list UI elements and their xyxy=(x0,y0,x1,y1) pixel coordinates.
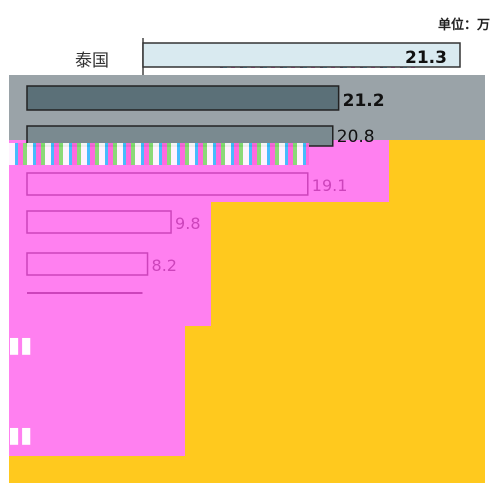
artifact-glyph-icon: ▮▮ xyxy=(8,333,32,358)
bar-value-label-3: 19.1 xyxy=(312,176,348,195)
bar-5 xyxy=(26,252,149,276)
bar-6 xyxy=(27,292,143,294)
bar-1 xyxy=(26,85,340,111)
bar-value-label-0: 21.3 xyxy=(405,48,447,68)
bar-3 xyxy=(26,172,309,196)
bar-value-label-5: 8.2 xyxy=(152,256,177,275)
bar-value-label-1: 21.2 xyxy=(343,91,385,111)
artifact-glyph-icon: ▮▮ xyxy=(8,423,32,448)
bar-value-label-4: 9.8 xyxy=(175,214,200,233)
artifact-strip xyxy=(9,143,309,165)
bar-4 xyxy=(26,210,172,234)
bar-value-label-2: 20.8 xyxy=(337,127,375,147)
bar-chart: 21.3 21.2 20.8 19.1 9.8 8.2 ▮▮ ▮▮ xyxy=(8,38,461,448)
